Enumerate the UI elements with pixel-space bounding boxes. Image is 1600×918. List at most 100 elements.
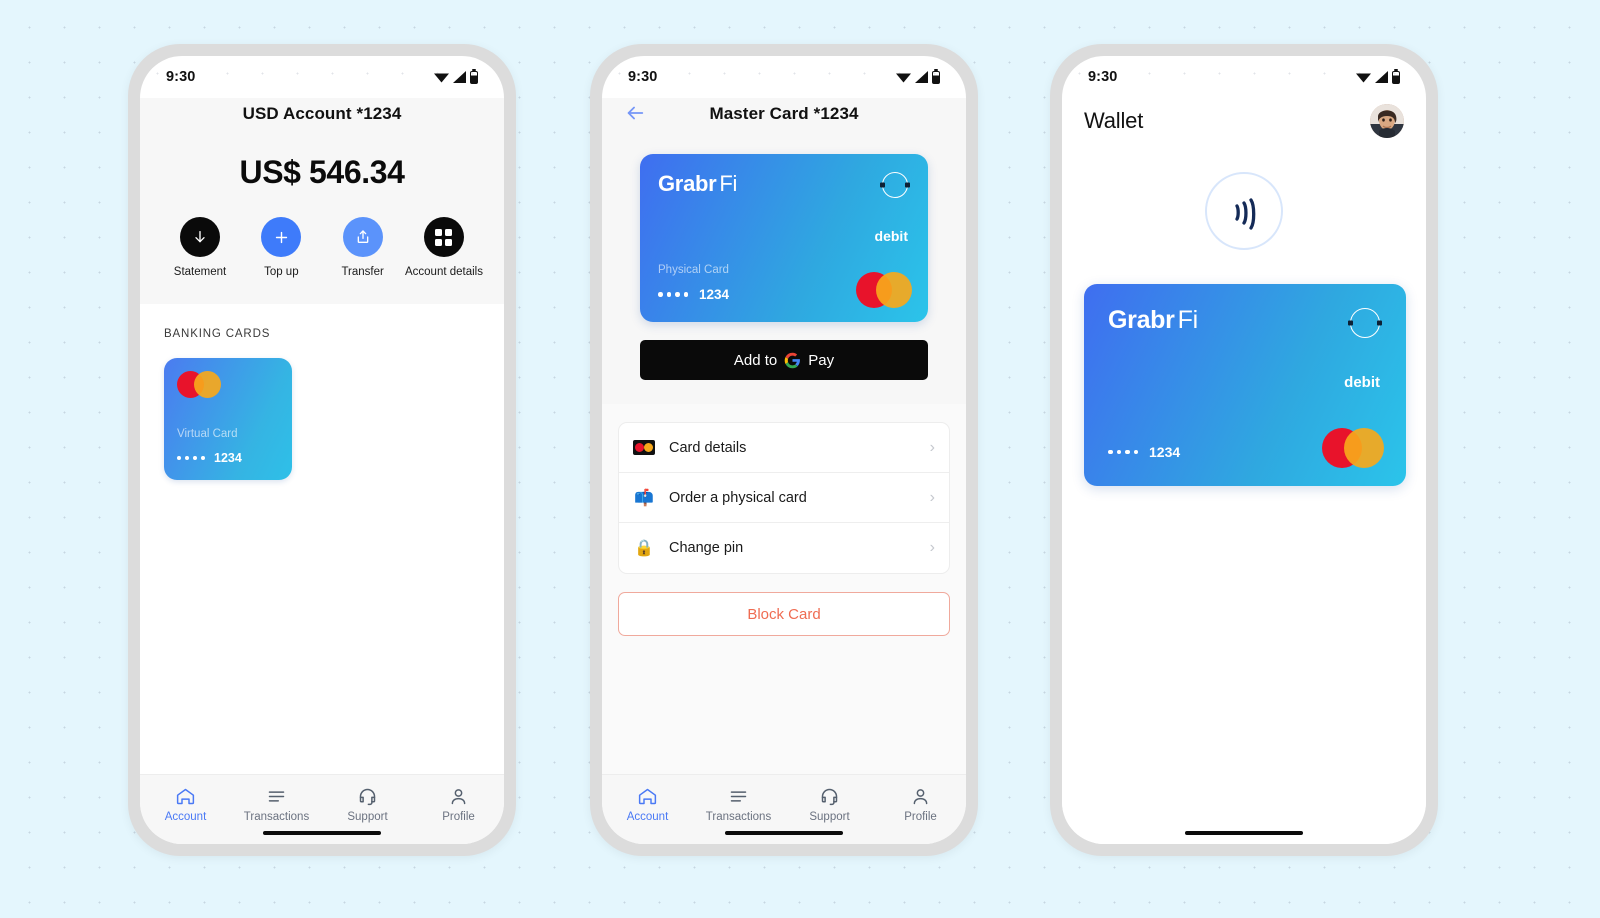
tab-profile[interactable]: Profile (417, 786, 501, 823)
wallet-header: Wallet (1084, 104, 1404, 138)
list-item-card-details[interactable]: Card details › (619, 423, 949, 473)
card-brand-sub: Fi (1177, 306, 1199, 334)
lock-icon: 🔒 (634, 540, 654, 557)
home-indicator (263, 831, 381, 835)
gpay-suffix-label: Pay (808, 351, 835, 369)
back-arrow-icon[interactable] (624, 102, 646, 124)
tab-label: Profile (904, 811, 937, 823)
quick-actions: Statement Top up Transfer Account detail… (140, 191, 504, 278)
list-item-order-physical-card[interactable]: 📫 Order a physical card › (619, 473, 949, 523)
phone-card-detail-screen: 9:30 Master Card *1234 Grabr Fi debit Ph… (590, 44, 978, 856)
wifi-icon (1356, 73, 1371, 83)
download-arrow-icon (180, 217, 220, 257)
mastercard-badge-icon (633, 440, 655, 455)
card-options-panel: Card details › 📫 Order a physical card ›… (602, 404, 966, 774)
action-statement[interactable]: Statement (162, 217, 238, 278)
banking-cards-section: BANKING CARDS Virtual Card 1234 (140, 304, 504, 774)
card-last4: 1234 (1149, 444, 1181, 460)
screenshot-canvas: 9:30 USD Account *1234 US$ 546.34 Statem… (0, 0, 1600, 918)
status-bar: 9:30 (140, 56, 504, 98)
card-brand-sub: Fi (719, 171, 738, 196)
status-time: 9:30 (1088, 69, 1118, 85)
screen-wallet: 9:30 Wallet Grabr Fi debit 1234 (1062, 56, 1426, 844)
wallet-card-visual[interactable]: Grabr Fi debit 1234 (1084, 284, 1406, 486)
physical-card-visual[interactable]: Grabr Fi debit Physical Card 1234 (640, 154, 928, 322)
home-icon (638, 788, 657, 805)
status-bar: 9:30 (1062, 56, 1426, 98)
battery-icon (1392, 70, 1400, 84)
wifi-icon (896, 73, 911, 83)
card-name: Physical Card (658, 264, 729, 276)
card-brand: Grabr Fi (1108, 306, 1382, 335)
list-item-label: Order a physical card (669, 489, 807, 506)
masked-digits-icon (177, 456, 205, 460)
battery-icon (932, 70, 940, 84)
action-label: Top up (264, 266, 299, 278)
action-label: Statement (173, 266, 227, 278)
person-icon (913, 789, 928, 805)
signal-icon (915, 71, 928, 83)
wifi-icon (434, 73, 449, 83)
tab-account[interactable]: Account (144, 786, 228, 823)
battery-icon (470, 70, 478, 84)
phone-wallet-screen: 9:30 Wallet Grabr Fi debit 1234 (1050, 44, 1438, 856)
user-avatar[interactable] (1370, 104, 1404, 138)
screen-card-detail: 9:30 Master Card *1234 Grabr Fi debit Ph… (602, 56, 966, 844)
card-type-label: debit (1344, 374, 1380, 391)
chevron-right-icon: › (929, 539, 935, 556)
gpay-prefix-label: Add to (733, 351, 778, 369)
home-indicator (1185, 831, 1303, 835)
card-last4: 1234 (214, 451, 242, 465)
action-transfer[interactable]: Transfer (325, 217, 401, 278)
page-title: USD Account *1234 (242, 104, 402, 123)
status-time: 9:30 (166, 69, 196, 85)
list-item-label: Card details (669, 439, 747, 456)
signal-icon (453, 71, 466, 83)
headset-icon (359, 788, 376, 806)
tab-profile[interactable]: Profile (879, 786, 963, 823)
action-label: Account details (404, 266, 483, 278)
contactless-nfc-icon[interactable] (1205, 172, 1283, 250)
mastercard-logo (1322, 428, 1384, 468)
tab-label: Account (626, 811, 669, 823)
card-brand: Grabr Fi (658, 171, 910, 197)
tab-label: Transactions (705, 811, 772, 823)
home-indicator (725, 831, 843, 835)
signal-icon (1375, 71, 1388, 83)
grid-squares-icon (423, 217, 464, 257)
wallet-content: Wallet Grabr Fi debit 1234 (1062, 98, 1426, 844)
nav-bar: Master Card *1234 (602, 104, 966, 130)
list-item-change-pin[interactable]: 🔒 Change pin › (619, 523, 949, 573)
action-top-up[interactable]: Top up (243, 217, 319, 278)
tab-support[interactable]: Support (326, 786, 410, 823)
tab-label: Support (809, 811, 850, 823)
tab-label: Account (164, 811, 207, 823)
mastercard-logo (856, 272, 912, 308)
virtual-card-tile[interactable]: Virtual Card 1234 (164, 358, 292, 480)
action-account-details[interactable]: Account details (404, 217, 483, 278)
chevron-right-icon: › (929, 488, 935, 506)
account-balance: US$ 546.34 (239, 154, 405, 190)
add-to-google-pay-button[interactable]: Add to Pay (640, 340, 928, 380)
tab-transactions[interactable]: Transactions (235, 786, 319, 823)
section-label-banking-cards: BANKING CARDS (164, 328, 271, 340)
share-upload-icon (342, 217, 383, 257)
status-icon-group (1356, 70, 1400, 84)
card-options-list: Card details › 📫 Order a physical card ›… (618, 422, 950, 574)
status-icon-group (434, 70, 478, 84)
status-icon-group (896, 70, 940, 84)
tab-support[interactable]: Support (788, 786, 872, 823)
page-title: Master Card *1234 (709, 104, 859, 123)
tab-label: Transactions (243, 811, 310, 823)
status-bar: 9:30 (602, 56, 966, 98)
tab-account[interactable]: Account (606, 786, 690, 823)
headset-icon (821, 788, 838, 806)
person-icon (451, 789, 466, 805)
card-name: Virtual Card (177, 428, 238, 440)
card-number: 1234 (658, 287, 729, 302)
block-card-button[interactable]: Block Card (618, 592, 950, 636)
list-item-label: Change pin (669, 540, 744, 556)
tab-transactions[interactable]: Transactions (697, 786, 781, 823)
tab-label: Support (347, 811, 388, 823)
chevron-right-icon: › (929, 438, 935, 456)
